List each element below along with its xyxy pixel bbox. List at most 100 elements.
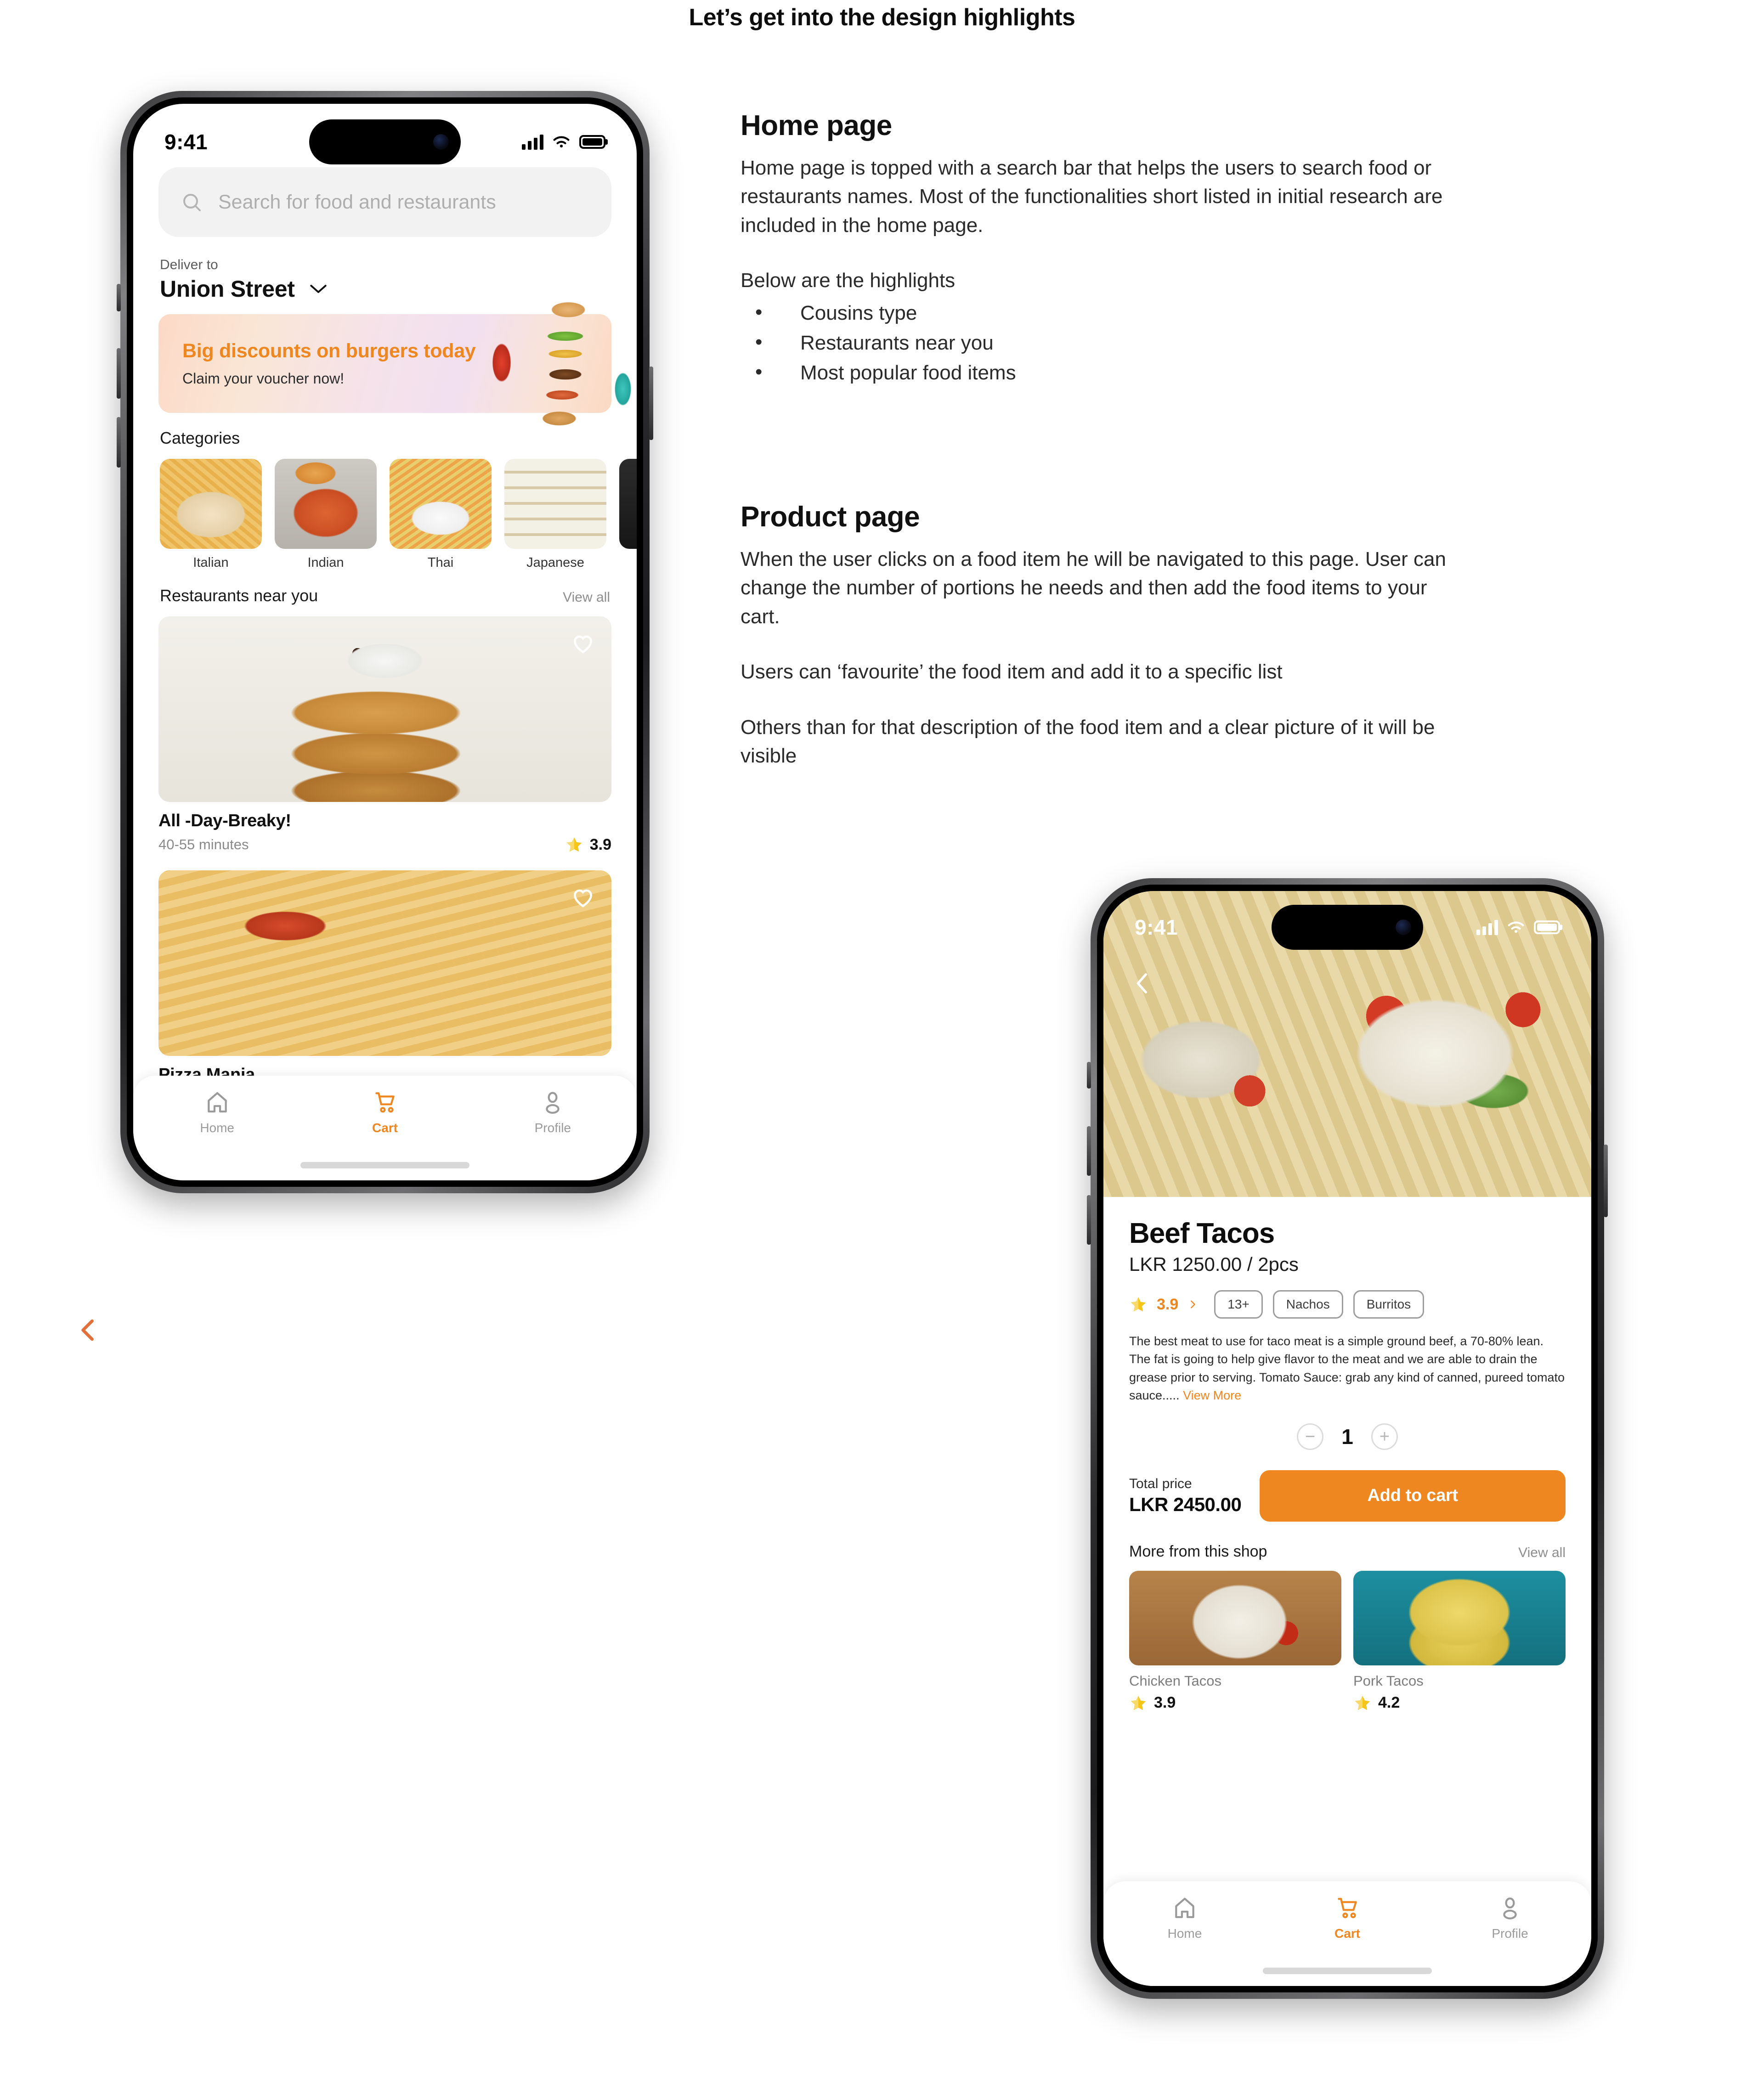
product-name: Beef Tacos — [1129, 1218, 1275, 1249]
star-icon — [1355, 1695, 1370, 1710]
heart-outline-icon[interactable] — [570, 884, 596, 910]
product-page-notes: Product page When the user clicks on a f… — [741, 501, 1476, 771]
chevron-left-icon — [81, 1319, 94, 1341]
category-label: Japanese — [526, 555, 584, 570]
tab-label: Home — [200, 1121, 235, 1135]
highlight-item: Cousins type — [741, 297, 1476, 328]
total-price-label: Total price — [1129, 1476, 1192, 1491]
more-from-shop-view-all[interactable]: View all — [1518, 1545, 1566, 1561]
category-item[interactable]: Japanese — [504, 459, 606, 570]
profile-icon — [546, 1092, 560, 1114]
category-item[interactable]: B — [619, 459, 637, 570]
home-notes-paragraph: Home page is topped with a search bar th… — [741, 157, 1443, 237]
category-thumbnail — [160, 459, 262, 549]
home-notes-heading: Home page — [741, 110, 892, 141]
back-button[interactable] — [1129, 970, 1156, 997]
product-meta-row: 3.9 13+ Nachos Burritos — [1129, 1290, 1566, 1319]
front-camera-icon — [1396, 920, 1411, 935]
category-thumbnail — [619, 459, 637, 549]
shop-item-name: Chicken Tacos — [1129, 1672, 1222, 1689]
category-item[interactable]: Italian — [160, 459, 262, 570]
product-detail-sheet: Beef Tacos LKR 1250.00 / 2pcs 3.9 13+ Na… — [1103, 1197, 1591, 1986]
shop-item-card[interactable]: Chicken Tacos 3.9 — [1129, 1570, 1341, 1712]
tab-home[interactable]: Home — [1103, 1895, 1266, 1941]
product-notes-paragraph-3: Others than for that description of the … — [741, 716, 1435, 767]
product-phone-mockup: 9:41 Beef Tacos LKR 1250.00 / 2pcs 3.9 1… — [1087, 878, 1608, 1999]
product-tag[interactable]: Burritos — [1353, 1290, 1425, 1319]
star-icon — [566, 837, 582, 852]
total-price-value: LKR 2450.00 — [1129, 1493, 1242, 1515]
quantity-increase-button[interactable]: + — [1371, 1423, 1398, 1450]
deliver-to-label: Deliver to — [160, 257, 218, 272]
restaurant-card[interactable]: All -Day-Breaky! 40-55 minutes 3.9 — [158, 616, 611, 854]
heart-outline-icon[interactable] — [570, 630, 596, 656]
tab-home[interactable]: Home — [133, 1089, 301, 1135]
front-camera-icon — [433, 134, 449, 150]
home-indicator — [1263, 1968, 1432, 1974]
category-thumbnail — [390, 459, 492, 549]
rating-badge: 4.2 — [1353, 1694, 1566, 1712]
product-notes-heading: Product page — [741, 501, 920, 533]
shop-item-card[interactable]: Pork Tacos 4.2 — [1353, 1570, 1566, 1712]
category-label: Italian — [193, 555, 229, 570]
product-tag[interactable]: 13+ — [1214, 1290, 1263, 1319]
product-notes-paragraph-2: Users can ‘favourite’ the food item and … — [741, 660, 1283, 683]
quantity-decrease-button[interactable]: − — [1297, 1423, 1323, 1450]
add-to-cart-button[interactable]: Add to cart — [1260, 1470, 1566, 1522]
shop-item-name: Pork Tacos — [1353, 1672, 1424, 1689]
carousel-prev-button[interactable] — [73, 1314, 104, 1346]
promo-banner[interactable]: Big discounts on burgers today Claim you… — [158, 292, 637, 439]
home-screen: 9:41 Search for food and restaurants Del… — [133, 104, 637, 1180]
category-label: Indian — [307, 555, 344, 570]
restaurant-image — [158, 616, 611, 802]
home-highlights-list: Cousins type Restaurants near you Most p… — [741, 297, 1476, 388]
chevron-right-icon[interactable] — [1187, 1297, 1198, 1312]
deliver-to-value: Union Street — [160, 276, 295, 302]
category-thumbnail — [504, 459, 606, 549]
tab-profile[interactable]: Profile — [1429, 1895, 1591, 1941]
status-time: 9:41 — [1135, 915, 1178, 939]
search-input[interactable]: Search for food and restaurants — [158, 167, 611, 237]
product-price: LKR 1250.00 / 2pcs — [1129, 1253, 1299, 1275]
restaurants-header: Restaurants near you View all — [160, 570, 610, 605]
tab-cart[interactable]: Cart — [1266, 1895, 1429, 1941]
tab-cart[interactable]: Cart — [301, 1089, 469, 1135]
promo-title: Big discounts on burgers today — [182, 340, 476, 362]
cart-icon — [375, 1092, 395, 1113]
product-tag[interactable]: Nachos — [1272, 1290, 1343, 1319]
product-notes-paragraph-1: When the user clicks on a food item he w… — [741, 548, 1446, 628]
cellular-bars-icon — [1476, 920, 1498, 935]
tab-profile[interactable]: Profile — [469, 1089, 637, 1135]
chevron-down-icon[interactable] — [309, 283, 328, 295]
cart-icon — [1338, 1898, 1357, 1918]
tab-label: Profile — [534, 1121, 571, 1135]
restaurant-image — [158, 870, 611, 1056]
home-page-notes: Home page Home page is topped with a sea… — [741, 109, 1476, 388]
total-price-block: Total price LKR 2450.00 — [1129, 1476, 1242, 1516]
promo-subtitle: Claim your voucher now! — [182, 370, 345, 387]
category-item[interactable]: Indian — [275, 459, 377, 570]
rating-value: 4.2 — [1378, 1694, 1400, 1712]
home-icon — [1175, 1897, 1194, 1918]
home-phone-mockup: 9:41 Search for food and restaurants Del… — [117, 91, 653, 1193]
home-scroll-area[interactable]: Search for food and restaurants Deliver … — [133, 104, 637, 1180]
shop-item-image — [1129, 1570, 1341, 1665]
profile-icon — [1503, 1897, 1517, 1919]
tab-label: Profile — [1492, 1926, 1528, 1941]
rating-value: 3.9 — [589, 835, 611, 853]
restaurants-title: Restaurants near you — [160, 586, 318, 605]
restaurant-card[interactable]: Pizza Mania 25-35 minutes 4.7 — [158, 870, 611, 1108]
restaurants-view-all[interactable]: View all — [563, 590, 610, 605]
search-placeholder: Search for food and restaurants — [218, 191, 496, 213]
battery-icon — [579, 135, 605, 149]
categories-row[interactable]: Italian Indian Thai Japanese — [160, 459, 637, 570]
highlight-item: Restaurants near you — [741, 327, 1476, 358]
quantity-value: 1 — [1341, 1424, 1353, 1449]
tab-label: Home — [1167, 1926, 1202, 1941]
category-item[interactable]: Thai — [390, 459, 492, 570]
view-more-link[interactable]: View More — [1183, 1388, 1241, 1402]
more-from-shop-grid: Chicken Tacos 3.9 Pork Tacos 4.2 — [1129, 1570, 1566, 1712]
restaurant-delivery-time: 40-55 minutes — [158, 836, 249, 852]
dynamic-island — [1272, 905, 1423, 950]
product-rating-value: 3.9 — [1157, 1295, 1179, 1313]
